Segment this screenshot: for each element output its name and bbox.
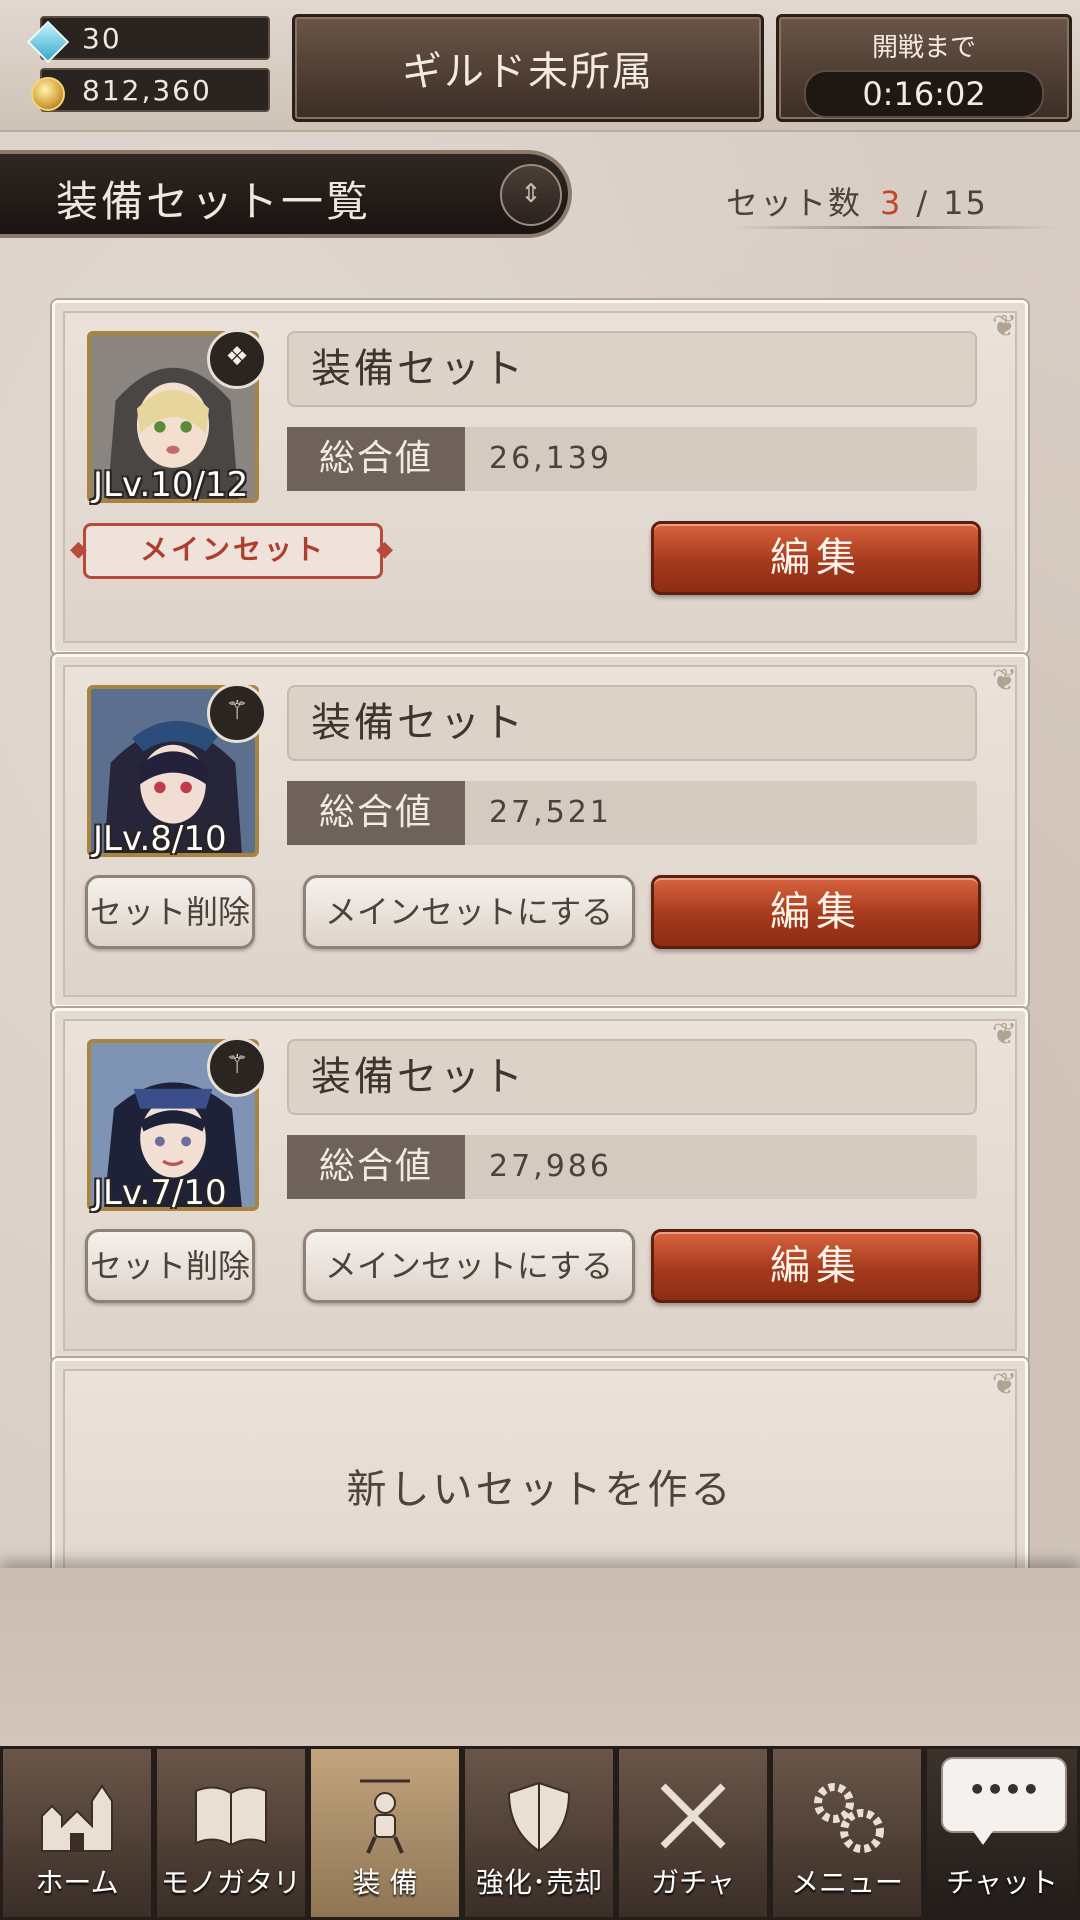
corner-ornament-icon: ❦ — [991, 309, 1017, 344]
timer-value: 0:16:02 — [804, 70, 1044, 118]
battle-timer[interactable]: 開戦まで 0:16:02 — [776, 14, 1072, 122]
book-icon — [195, 1786, 267, 1847]
stat-label: 総合値 — [287, 427, 465, 491]
set-count-max: 15 — [943, 184, 988, 222]
main-set-badge: メインセット — [70, 523, 396, 579]
gem-count: 30 — [82, 21, 122, 55]
gear-icon — [814, 1783, 884, 1853]
nav-item-equipment[interactable]: 装 備 — [308, 1746, 462, 1920]
castle-icon — [41, 1784, 113, 1852]
make-main-set-button[interactable]: メインセットにする — [303, 875, 635, 949]
set-count: セット数 3 / 15 — [726, 178, 988, 224]
timer-label: 開戦まで — [871, 33, 976, 63]
gem-icon — [26, 20, 70, 64]
section-banner: 装備セット一覧 ⇕ — [0, 150, 572, 238]
edit-button[interactable]: 編集 — [651, 521, 981, 595]
guild-status-label: ギルド未所属 — [402, 49, 654, 95]
staff-icon: ⚚ — [207, 1037, 267, 1097]
total-stat-row: 総合値 26,139 — [287, 427, 977, 491]
nav-item-home[interactable]: ホーム — [0, 1746, 154, 1920]
nav-item-story[interactable]: モノガタリ — [154, 1746, 308, 1920]
new-set-label: 新しいセットを作る — [346, 1467, 734, 1513]
stat-value: 26,139 — [489, 441, 612, 476]
equipment-set-list[interactable]: ❦ ❖ JLv.10/12 装備セット 総合値 26,139 メインセット 編集… — [0, 270, 1080, 1570]
nav-label: 装 備 — [352, 1866, 418, 1899]
staff-icon: ⚚ — [207, 683, 267, 743]
chat-label: チャット — [946, 1866, 1058, 1899]
page-title: 装備セット一覧 — [56, 177, 372, 226]
nav-label: 強化･売却 — [475, 1866, 602, 1899]
job-level: JLv.7/10 — [93, 1173, 227, 1213]
job-level: JLv.8/10 — [93, 819, 227, 859]
nav-item-chat[interactable]: •••• チャット — [924, 1746, 1080, 1920]
gold-counter[interactable]: 812,360 — [31, 68, 270, 112]
nav-label: メニュー — [790, 1866, 903, 1899]
swords-icon — [660, 1783, 726, 1849]
stat-label: 総合値 — [287, 1135, 465, 1199]
stat-value: 27,521 — [489, 795, 612, 830]
top-status-bar: 30 812,360 ギルド未所属 開戦まで 0:16:02 — [0, 0, 1080, 132]
new-set-button[interactable]: ❦ 新しいセットを作る — [52, 1358, 1028, 1570]
set-count-separator: / — [916, 184, 930, 222]
book-icon: ❖ — [207, 329, 267, 389]
puppet-icon — [360, 1779, 410, 1854]
corner-ornament-icon: ❦ — [991, 1017, 1017, 1052]
shield-icon — [507, 1781, 571, 1853]
gem-counter[interactable]: 30 — [26, 16, 270, 64]
coin-icon — [28, 74, 65, 111]
edit-button[interactable]: 編集 — [651, 1229, 981, 1303]
bottom-navigation: ホーム モノガタリ 装 備 強化･売却 ガチャ メニュー •••• チャット — [0, 1746, 1080, 1920]
corner-ornament-icon: ❦ — [991, 1367, 1017, 1402]
nav-item-gacha[interactable]: ガチャ — [616, 1746, 770, 1920]
job-level: JLv.10/12 — [93, 465, 249, 505]
equipment-set-card: ❦ ⚚ JLv.7/10 装備セット 総合値 27,986 セット削除 メインセ… — [52, 1008, 1028, 1362]
set-name-field[interactable]: 装備セット — [287, 331, 977, 407]
nav-item-upgrade-sell[interactable]: 強化･売却 — [462, 1746, 616, 1920]
stat-label: 総合値 — [287, 781, 465, 845]
nav-label: モノガタリ — [160, 1866, 301, 1899]
total-stat-row: 総合値 27,986 — [287, 1135, 977, 1199]
gold-count: 812,360 — [82, 73, 212, 107]
set-name-field[interactable]: 装備セット — [287, 685, 977, 761]
total-stat-row: 総合値 27,521 — [287, 781, 977, 845]
divider — [730, 226, 1060, 229]
nav-label: ガチャ — [651, 1866, 735, 1899]
make-main-set-button[interactable]: メインセットにする — [303, 1229, 635, 1303]
nav-item-menu[interactable]: メニュー — [770, 1746, 924, 1920]
stat-value: 27,986 — [489, 1149, 612, 1184]
footer-panel — [0, 1568, 1080, 1748]
set-count-current: 3 — [880, 184, 903, 222]
equipment-set-card: ❦ ⚚ JLv.8/10 装備セット 総合値 27,521 セット削除 メインセ… — [52, 654, 1028, 1008]
chat-bubble-icon: •••• — [941, 1757, 1067, 1845]
equipment-set-card: ❦ ❖ JLv.10/12 装備セット 総合値 26,139 メインセット 編集 — [52, 300, 1028, 654]
delete-set-button[interactable]: セット削除 — [85, 875, 255, 949]
delete-set-button[interactable]: セット削除 — [85, 1229, 255, 1303]
sort-icon[interactable]: ⇕ — [500, 164, 562, 226]
set-count-label: セット数 — [726, 184, 863, 222]
guild-status-button[interactable]: ギルド未所属 — [292, 14, 764, 122]
edit-button[interactable]: 編集 — [651, 875, 981, 949]
corner-ornament-icon: ❦ — [991, 663, 1017, 698]
nav-label: ホーム — [35, 1866, 119, 1899]
set-name-field[interactable]: 装備セット — [287, 1039, 977, 1115]
